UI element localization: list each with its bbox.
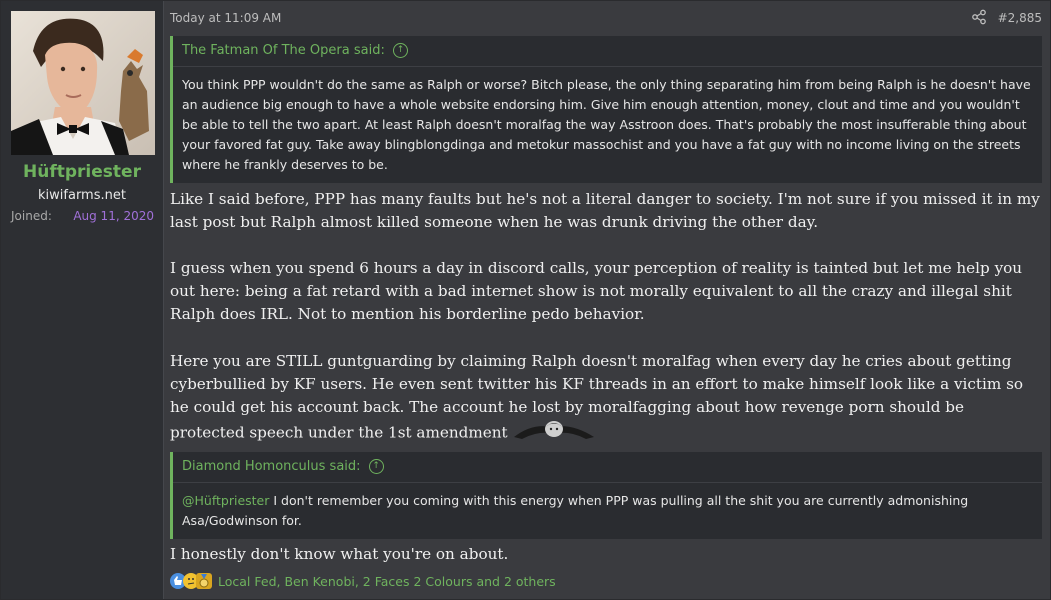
quote-block: The Fatman Of The Opera said: ↑ You thin… — [170, 36, 1042, 183]
post-paragraph: I honestly don't know what you're on abo… — [170, 545, 509, 563]
quote-text: @Hüftpriester I don't remember you comin… — [173, 483, 1042, 539]
reaction-gif-icon — [512, 419, 596, 448]
post-paragraph: Here you are STILL guntguarding by claim… — [170, 350, 1042, 448]
quote-header[interactable]: The Fatman Of The Opera said: ↑ — [173, 36, 1042, 67]
arrow-up-circle-icon[interactable]: ↑ — [392, 43, 408, 58]
quote-text: You think PPP wouldn't do the same as Ra… — [182, 77, 1031, 172]
post-paragraph: Like I said before, PPP has many faults … — [170, 190, 1040, 231]
avatar[interactable] — [11, 11, 155, 155]
post-paragraph: I guess when you spend 6 hours a day in … — [170, 259, 1023, 323]
user-sidebar: Hüftpriester kiwifarms.net Joined: Aug 1… — [1, 1, 164, 599]
forum-post: Hüftpriester kiwifarms.net Joined: Aug 1… — [0, 0, 1051, 600]
user-title: kiwifarms.net — [38, 188, 126, 203]
post-number[interactable]: #2,885 — [998, 11, 1042, 25]
post-paragraph-text: Here you are STILL guntguarding by claim… — [170, 352, 1024, 442]
quote-block: Diamond Homonculus said: ↑ @Hüftpriester… — [170, 452, 1042, 539]
quote-author[interactable]: The Fatman Of The Opera said: — [182, 43, 385, 58]
quote-header[interactable]: Diamond Homonculus said: ↑ — [173, 452, 1042, 483]
post-content: Today at 11:09 AM #2,885 The Fatman Of T… — [164, 1, 1050, 599]
joined-date: Aug 11, 2020 — [73, 209, 154, 223]
reactions-list[interactable]: Local Fed, Ben Kenobi, 2 Faces 2 Colours… — [218, 574, 556, 589]
quote-text-body: I don't remember you coming with this en… — [182, 493, 969, 528]
username[interactable]: Hüftpriester — [1, 162, 163, 182]
post-timestamp[interactable]: Today at 11:09 AM — [170, 11, 281, 25]
quote-author[interactable]: Diamond Homonculus said: — [182, 459, 361, 474]
joined-label: Joined: — [11, 209, 52, 223]
share-icon[interactable] — [971, 9, 987, 25]
user-mention[interactable]: @Hüftpriester — [182, 493, 269, 508]
medal-icon — [196, 573, 212, 589]
arrow-up-circle-icon[interactable]: ↑ — [368, 459, 384, 474]
